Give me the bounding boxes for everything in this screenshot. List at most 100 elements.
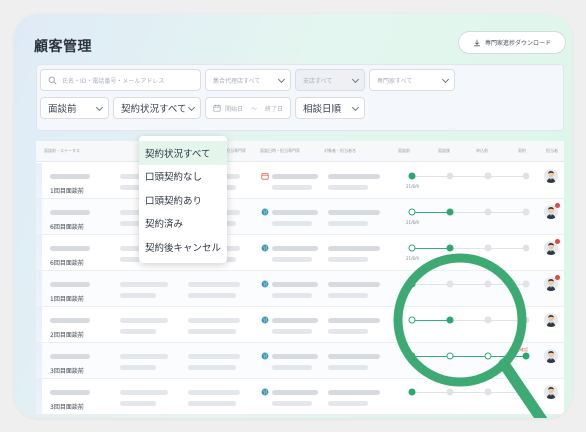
date-range-input[interactable]: 開始日 〜 終了日 (205, 97, 291, 119)
placeholder-text-bar (188, 282, 240, 287)
table-header: 面談前・ステータス 担当代理 担当専門家 面談日時・担当専門家 対象者・担当者名… (36, 141, 564, 162)
chevron-down-icon (351, 75, 360, 84)
placeholder-text-bar (328, 210, 380, 215)
chevron-down-icon (441, 75, 450, 84)
placeholder-text-bar (272, 401, 312, 406)
placeholder-text-bar (272, 257, 312, 262)
contract-status-dropdown: 契約状況すべて 口頭契約なし 口頭契約あり 契約済み 契約後キャンセル (139, 136, 227, 263)
placeholder-text-bar (328, 246, 380, 251)
chevron-down-icon (351, 103, 360, 112)
branch-placeholder: 支店すべて (303, 77, 333, 85)
placeholder-text-bar (272, 318, 318, 323)
placeholder-text-bar (272, 246, 318, 251)
table-row[interactable]: 6回目面談前 21/6/9 (36, 199, 564, 235)
progress-track (412, 392, 526, 393)
dropdown-option[interactable]: 契約済み (139, 212, 227, 236)
column-header: 担当専門家 (226, 148, 246, 153)
placeholder-text-bar (120, 401, 156, 406)
row-accent-bar (36, 379, 42, 414)
search-input[interactable]: 氏名・ID・電話番号・メールアドレス (40, 69, 201, 91)
placeholder-text-bar (188, 293, 236, 298)
column-header: 面談後 (438, 148, 450, 153)
placeholder-text-bar (188, 329, 236, 334)
progress-dot (408, 208, 416, 216)
placeholder-text-bar (120, 329, 156, 334)
progress-fill (412, 212, 450, 214)
avatar[interactable] (544, 385, 558, 399)
column-header: 申込前 (476, 148, 488, 153)
contract-status-select[interactable]: 契約状況すべて (113, 97, 201, 119)
progress-dot (522, 208, 530, 216)
globe-icon (261, 316, 269, 324)
sort-value: 相談日順 (303, 104, 342, 115)
meeting-status-select[interactable]: 面談前 (40, 97, 109, 119)
progress-dot (446, 208, 454, 216)
placeholder-text-bar (50, 318, 90, 323)
placeholder-text-bar (188, 401, 236, 406)
dropdown-option[interactable]: 口頭契約あり (139, 188, 227, 212)
placeholder-text-bar (328, 390, 380, 395)
placeholder-text-bar (50, 390, 90, 395)
row-accent-bar (36, 235, 42, 270)
progress-dot (522, 352, 530, 360)
placeholder-text-bar (272, 354, 318, 359)
column-header: 面談日時・担当専門家 (260, 148, 300, 153)
progress-track (412, 284, 526, 285)
placeholder-text-bar (272, 174, 318, 179)
row-accent-bar (36, 163, 42, 198)
placeholder-text-bar (272, 329, 312, 334)
sort-select[interactable]: 相談日順 (295, 97, 365, 119)
date-start-placeholder: 開始日 (225, 105, 244, 113)
placeholder-text-bar (328, 401, 368, 406)
agency-select[interactable]: 集合代理店すべて (205, 69, 291, 91)
agency-placeholder: 集合代理店すべて (213, 77, 261, 85)
table-row[interactable]: 3回目面談前 要確認 (36, 343, 564, 379)
column-header: 面談前 (398, 148, 410, 153)
search-icon (48, 76, 57, 84)
customer-management-app: 顧客管理 専門家進捗ダウンロード 氏名・ID・電話番号・メールアドレス 集合代理… (24, 22, 566, 418)
warning-label: 要確認 (516, 347, 528, 352)
progress-dot (522, 244, 530, 252)
progress-dot (522, 280, 530, 288)
table-row[interactable]: 2回目面談前 (36, 307, 564, 343)
expert-placeholder: 専門家すべて (377, 77, 413, 85)
placeholder-text-bar (328, 174, 380, 179)
meeting-status-value: 面談前 (48, 104, 77, 115)
download-icon (474, 39, 480, 46)
expert-progress-download-button[interactable]: 専門家進捗ダウンロード (458, 31, 566, 54)
progress-fill (412, 356, 526, 358)
placeholder-text-bar (328, 282, 380, 287)
dropdown-option[interactable]: 契約後キャンセル (139, 235, 227, 259)
table-row[interactable]: 6回目面談前 21/6/9 (36, 235, 564, 271)
placeholder-text-bar (328, 185, 368, 190)
placeholder-text-bar (50, 282, 90, 287)
progress-dot (446, 316, 454, 324)
avatar[interactable] (544, 169, 558, 183)
table-row[interactable]: 1回目面談前 (36, 271, 564, 307)
progress-dot (522, 316, 530, 324)
meeting-status-label: 1回目面談前 (50, 188, 84, 195)
placeholder-text-bar (120, 354, 168, 359)
placeholder-text-bar (120, 390, 168, 395)
placeholder-text-bar (188, 318, 240, 323)
chevron-down-icon (187, 103, 196, 112)
dropdown-option[interactable]: 契約状況すべて (139, 141, 227, 165)
dropdown-option[interactable]: 口頭契約なし (139, 165, 227, 189)
avatar[interactable] (544, 349, 558, 363)
row-accent-bar (36, 271, 42, 306)
calendar-icon (213, 104, 221, 112)
table-row[interactable]: 3回目面談前 (36, 379, 564, 415)
expert-select[interactable]: 専門家すべて (369, 69, 455, 91)
progress-date: 21/6/9 (406, 220, 419, 225)
placeholder-text-bar (120, 318, 168, 323)
progress-dot (484, 316, 492, 324)
progress-dot (408, 244, 416, 252)
avatar[interactable] (544, 313, 558, 327)
progress-dot (522, 172, 530, 180)
progress-dot (484, 244, 492, 252)
branch-select[interactable]: 支店すべて (295, 69, 365, 91)
placeholder-text-bar (188, 354, 240, 359)
table-row[interactable]: 1回目面談前 21/6/9 (36, 163, 564, 199)
progress-track (412, 176, 526, 177)
progress-fill (412, 320, 450, 322)
